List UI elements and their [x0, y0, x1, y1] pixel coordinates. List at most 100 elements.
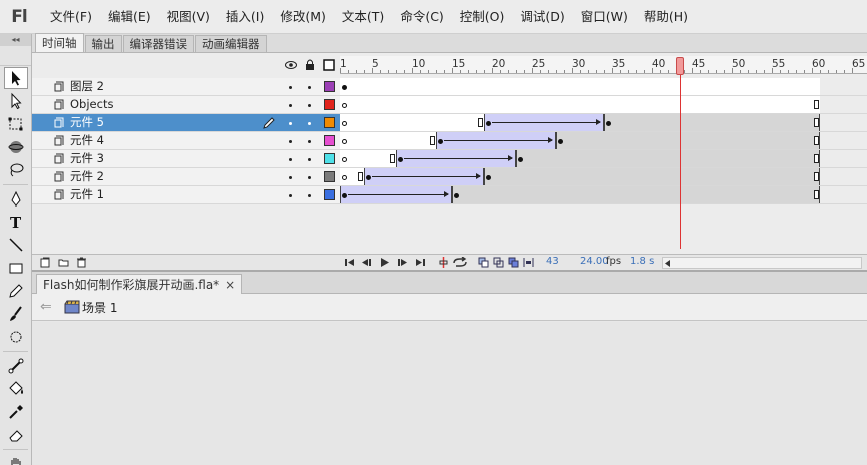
subselection-tool-icon[interactable]	[4, 90, 28, 112]
visibility-toggle[interactable]	[289, 176, 292, 179]
tools-collapse-icon[interactable]: ◂◂	[0, 34, 31, 46]
tween-start-keyframe[interactable]	[486, 121, 491, 126]
tween-start-keyframe[interactable]	[342, 193, 347, 198]
onion-skin-icon[interactable]	[478, 257, 489, 268]
scene-label[interactable]: 场景 1	[82, 299, 117, 316]
delete-layer-icon[interactable]	[76, 257, 87, 268]
menu-item[interactable]: 窗口(W)	[573, 0, 636, 34]
layer-row[interactable]: 元件 4	[32, 132, 340, 150]
lock-toggle[interactable]	[308, 176, 311, 179]
static-frame-span[interactable]	[556, 132, 820, 149]
menu-item[interactable]: 命令(C)	[392, 0, 451, 34]
lock-toggle[interactable]	[308, 104, 311, 107]
menu-item[interactable]: 编辑(E)	[100, 0, 159, 34]
timeline-horizontal-scrollbar[interactable]	[662, 257, 862, 269]
end-frame[interactable]	[814, 100, 819, 109]
frame-row[interactable]	[340, 78, 867, 96]
frame-ruler[interactable]: 1 5 10 15 20 25 30 35 40 45 50 55 60 65	[340, 56, 867, 74]
menu-item[interactable]: 帮助(H)	[636, 0, 696, 34]
menu-item[interactable]: 文本(T)	[334, 0, 392, 34]
tools-grip[interactable]	[0, 46, 31, 66]
new-folder-icon[interactable]	[58, 257, 69, 268]
layer-row[interactable]: 元件 5	[32, 114, 340, 132]
layer-row[interactable]: Objects	[32, 96, 340, 114]
tween-end-keyframe[interactable]	[558, 139, 563, 144]
blank-keyframe[interactable]	[342, 103, 347, 108]
layer-row[interactable]: 元件 2	[32, 168, 340, 186]
blank-keyframe[interactable]	[342, 175, 347, 180]
panel-tab[interactable]: 时间轴	[35, 33, 84, 52]
panel-tab[interactable]: 输出	[84, 35, 122, 52]
outline-icon[interactable]	[323, 59, 335, 71]
hand-tool-icon[interactable]	[4, 453, 28, 465]
lock-icon[interactable]	[304, 59, 316, 71]
center-frame-icon[interactable]	[438, 257, 449, 268]
layer-row[interactable]: 元件 3	[32, 150, 340, 168]
frame-rate[interactable]: 24.00	[580, 256, 609, 267]
edit-multiple-frames-icon[interactable]	[508, 257, 519, 268]
step-forward-icon[interactable]	[397, 257, 408, 268]
end-frame[interactable]	[814, 190, 819, 199]
outline-color-swatch[interactable]	[324, 153, 335, 164]
tween-start-keyframe[interactable]	[366, 175, 371, 180]
panel-tab[interactable]: 动画编辑器	[195, 35, 267, 52]
tween-end-keyframe[interactable]	[518, 157, 523, 162]
close-icon[interactable]: ×	[225, 275, 235, 295]
frame-grid[interactable]	[340, 78, 867, 204]
outline-color-swatch[interactable]	[324, 117, 335, 128]
new-layer-icon[interactable]	[40, 257, 51, 268]
static-frame-span[interactable]	[604, 114, 820, 131]
tween-start-keyframe[interactable]	[438, 139, 443, 144]
lasso-tool-icon[interactable]	[4, 159, 28, 181]
step-back-icon[interactable]	[361, 257, 372, 268]
blank-end-frame[interactable]	[390, 154, 395, 163]
text-tool-icon[interactable]: T	[4, 211, 28, 233]
pencil-tool-icon[interactable]	[4, 280, 28, 302]
first-frame-icon[interactable]	[344, 257, 355, 268]
static-frame-span[interactable]	[484, 168, 820, 185]
outline-color-swatch[interactable]	[324, 99, 335, 110]
tween-end-keyframe[interactable]	[486, 175, 491, 180]
end-frame[interactable]	[814, 154, 819, 163]
eyedropper-tool-icon[interactable]	[4, 401, 28, 423]
line-tool-icon[interactable]	[4, 234, 28, 256]
frame-row[interactable]	[340, 168, 867, 186]
layer-row[interactable]: 图层 2	[32, 78, 340, 96]
outline-color-swatch[interactable]	[324, 135, 335, 146]
lock-toggle[interactable]	[308, 86, 311, 89]
visibility-toggle[interactable]	[289, 158, 292, 161]
menu-item[interactable]: 文件(F)	[38, 0, 100, 34]
lock-toggle[interactable]	[308, 122, 311, 125]
rectangle-tool-icon[interactable]	[4, 257, 28, 279]
outline-color-swatch[interactable]	[324, 81, 335, 92]
frame-row[interactable]	[340, 186, 867, 204]
playhead-handle[interactable]	[676, 57, 684, 75]
eye-icon[interactable]	[285, 59, 297, 71]
panel-tab[interactable]: 编译器错误	[122, 35, 194, 52]
modify-markers-icon[interactable]	[523, 257, 534, 268]
end-frame[interactable]	[814, 172, 819, 181]
menu-item[interactable]: 修改(M)	[272, 0, 334, 34]
tween-end-keyframe[interactable]	[454, 193, 459, 198]
brush-tool-icon[interactable]	[4, 303, 28, 325]
visibility-toggle[interactable]	[289, 194, 292, 197]
onion-outline-icon[interactable]	[493, 257, 504, 268]
layer-row[interactable]: 元件 1	[32, 186, 340, 204]
last-frame-icon[interactable]	[415, 257, 426, 268]
pen-tool-icon[interactable]	[4, 188, 28, 210]
paint-bucket-tool-icon[interactable]	[4, 378, 28, 400]
scroll-left-icon[interactable]	[665, 260, 671, 267]
stage-area[interactable]	[32, 322, 867, 465]
lock-toggle[interactable]	[308, 194, 311, 197]
menu-item[interactable]: 控制(O)	[452, 0, 513, 34]
static-frame-span[interactable]	[452, 186, 820, 203]
blank-end-frame[interactable]	[358, 172, 363, 181]
blank-keyframe[interactable]	[342, 157, 347, 162]
blank-end-frame[interactable]	[478, 118, 483, 127]
tween-start-keyframe[interactable]	[398, 157, 403, 162]
menu-item[interactable]: 插入(I)	[218, 0, 272, 34]
3d-rotation-tool-icon[interactable]	[4, 136, 28, 158]
loop-icon[interactable]	[452, 257, 468, 268]
blank-keyframe[interactable]	[342, 121, 347, 126]
keyframe[interactable]	[342, 85, 347, 90]
